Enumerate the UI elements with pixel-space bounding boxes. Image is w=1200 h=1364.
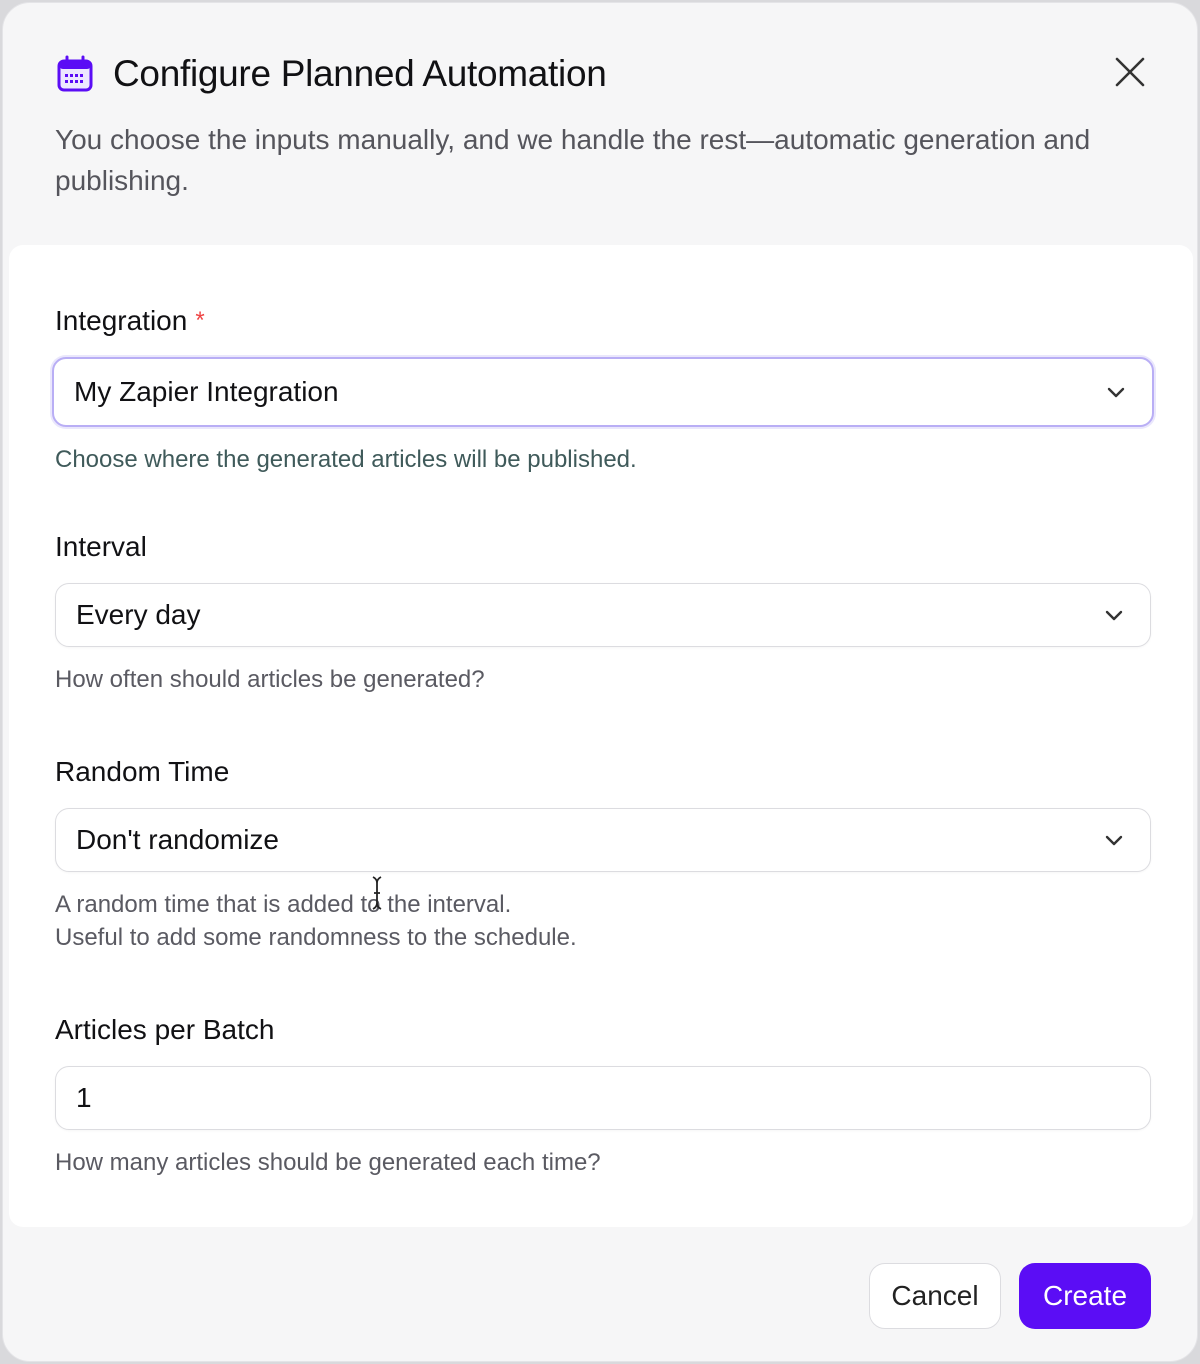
random-time-select-value: Don't randomize — [76, 824, 279, 855]
integration-field: Integration * My Zapier Integration Choos… — [52, 303, 1154, 476]
random-time-field: Random Time Don't randomize A random tim… — [55, 754, 1151, 954]
create-button[interactable]: Create — [1019, 1263, 1151, 1329]
random-time-help-line1: A random time that is added to the inter… — [55, 891, 512, 918]
random-time-help-line2: Useful to add some randomness to the sch… — [55, 924, 577, 951]
chevron-down-icon — [1105, 835, 1123, 846]
chevron-down-icon — [1105, 610, 1123, 621]
interval-help: How often should articles be generated? — [55, 666, 485, 693]
interval-field: Interval Every day How often should arti… — [55, 529, 1151, 696]
dialog-header: Configure Planned Automation You choose … — [3, 3, 1197, 243]
chevron-down-icon — [1107, 387, 1125, 398]
dialog-footer: Cancel Create — [3, 1229, 1197, 1361]
articles-per-batch-label: Articles per Batch — [55, 1014, 275, 1045]
cancel-button[interactable]: Cancel — [869, 1263, 1001, 1329]
integration-help: Choose where the generated articles will… — [55, 446, 637, 473]
interval-select[interactable]: Every day — [55, 583, 1151, 647]
calendar-icon — [57, 55, 93, 92]
articles-per-batch-field: Articles per Batch 1 How many articles s… — [55, 1012, 1151, 1179]
random-time-select[interactable]: Don't randomize — [55, 808, 1151, 872]
dialog-subtitle: You choose the inputs manually, and we h… — [55, 124, 1091, 196]
integration-select[interactable]: My Zapier Integration — [52, 357, 1154, 427]
text-cursor-icon — [372, 876, 382, 910]
articles-per-batch-input[interactable]: 1 — [55, 1066, 1151, 1130]
random-time-label: Random Time — [55, 756, 230, 787]
integration-select-value: My Zapier Integration — [74, 376, 339, 407]
integration-label: Integration * — [55, 303, 1151, 339]
close-icon[interactable] — [1113, 55, 1147, 89]
dialog-body: Integration * My Zapier Integration Choos… — [9, 245, 1193, 1227]
configure-automation-dialog: Configure Planned Automation You choose … — [2, 2, 1198, 1362]
title-row: Configure Planned Automation — [55, 53, 607, 95]
integration-label-text: Integration — [55, 305, 188, 336]
interval-label: Interval — [55, 531, 147, 562]
articles-per-batch-value: 1 — [76, 1082, 92, 1113]
dialog-title: Configure Planned Automation — [113, 53, 607, 94]
interval-select-value: Every day — [76, 599, 201, 630]
random-time-help: A random time that is added to the inter… — [55, 888, 1151, 954]
articles-per-batch-help: How many articles should be generated ea… — [55, 1149, 601, 1176]
required-asterisk: * — [195, 307, 205, 334]
